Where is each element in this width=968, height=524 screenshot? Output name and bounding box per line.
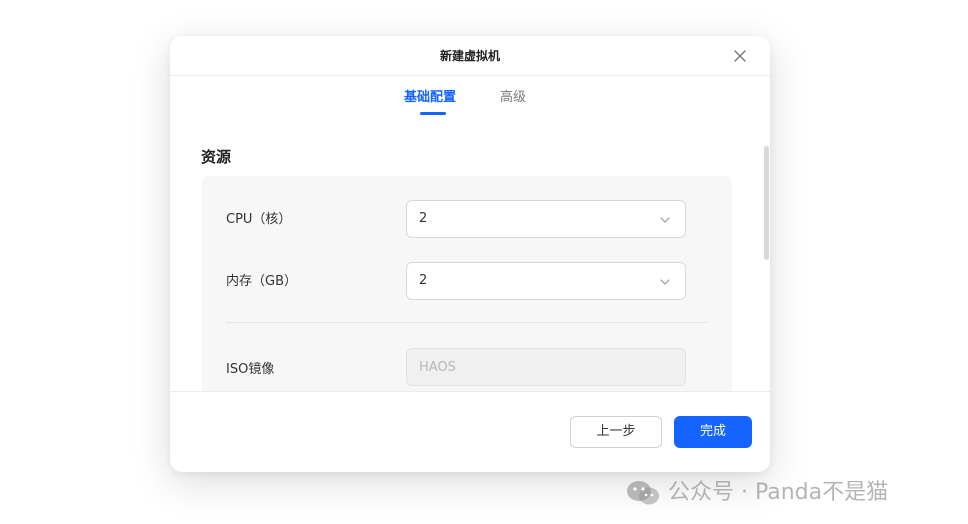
tab-bar: 基础配置 高级	[170, 76, 770, 116]
cpu-select[interactable]: 2	[406, 200, 686, 238]
tab-basic-config[interactable]: 基础配置	[404, 86, 456, 105]
dialog-body: 资源 CPU（核） 2 内存（GB） 2 ISO镜像 HAOS	[170, 116, 770, 391]
iso-label: ISO镜像	[226, 362, 275, 377]
dialog-title: 新建虚拟机	[439, 49, 500, 63]
tab-advanced[interactable]: 高级	[500, 86, 526, 105]
chevron-down-icon	[660, 279, 670, 285]
cpu-label: CPU（核）	[226, 212, 292, 227]
close-icon[interactable]	[732, 48, 748, 64]
iso-value: HAOS	[419, 360, 456, 375]
scrollbar[interactable]	[764, 146, 769, 260]
resources-panel: CPU（核） 2 内存（GB） 2 ISO镜像 HAOS	[202, 176, 732, 391]
memory-select[interactable]: 2	[406, 262, 686, 300]
wechat-icon	[627, 481, 659, 505]
previous-step-button[interactable]: 上一步	[570, 416, 662, 448]
create-vm-dialog: 新建虚拟机 基础配置 高级 资源 CPU（核） 2 内存（GB） 2 ISO镜像…	[170, 36, 770, 472]
chevron-down-icon	[660, 217, 670, 223]
iso-image-field: HAOS	[406, 348, 686, 386]
memory-label: 内存（GB）	[226, 274, 297, 289]
section-title-resources: 资源	[201, 148, 232, 166]
watermark-text: 公众号 · Panda不是猫	[668, 480, 889, 505]
dialog-header: 新建虚拟机	[170, 36, 770, 76]
divider	[226, 322, 708, 323]
dialog-footer: 上一步 完成	[170, 391, 770, 472]
memory-value: 2	[419, 273, 428, 288]
finish-button[interactable]: 完成	[674, 416, 752, 448]
active-tab-indicator	[420, 112, 446, 115]
cpu-value: 2	[419, 211, 428, 226]
